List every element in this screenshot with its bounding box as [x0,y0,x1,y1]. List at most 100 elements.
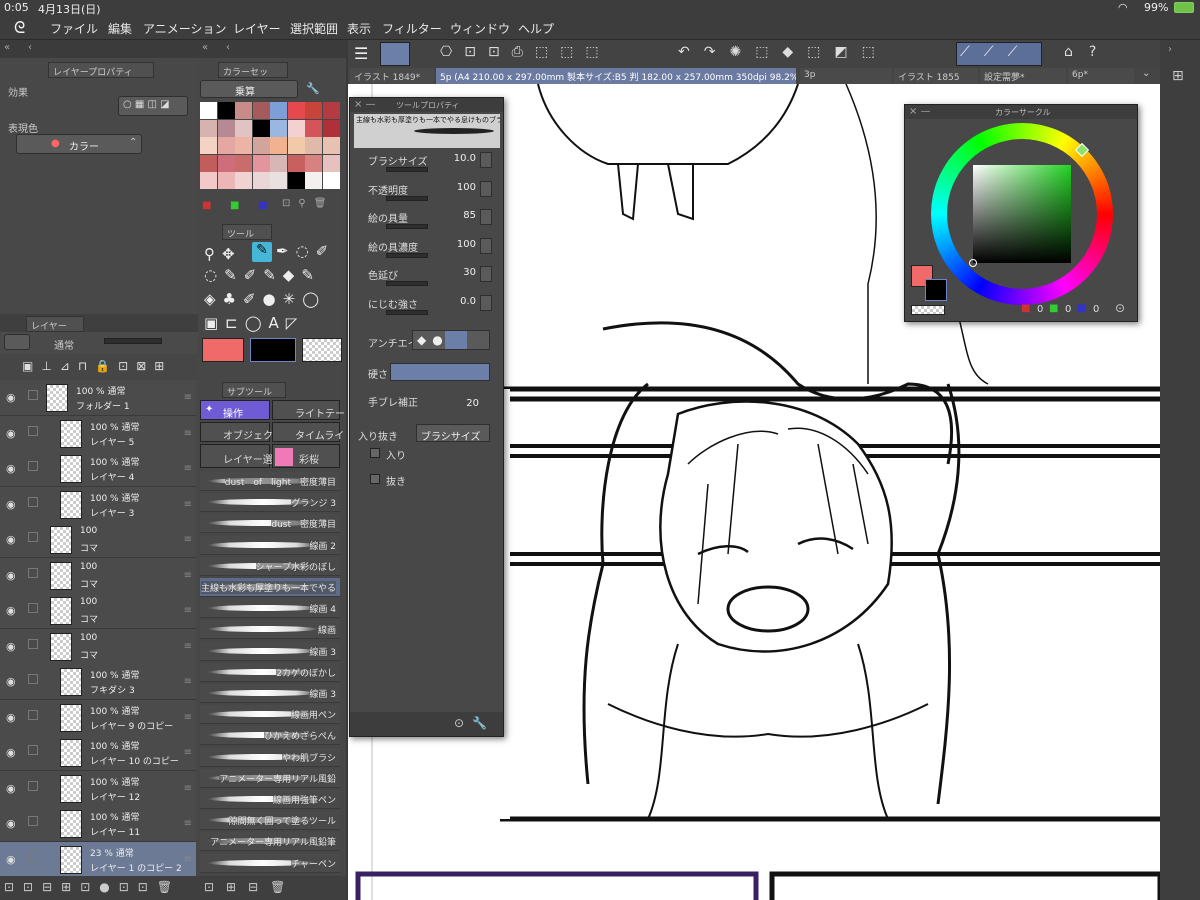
color-swatch[interactable] [287,102,305,119]
color-swatch[interactable] [270,154,287,172]
color-swatch[interactable] [322,102,340,119]
brush-item[interactable]: 線画用ペン [200,705,340,725]
color-swatch[interactable] [217,154,235,172]
hardness-selector[interactable] [390,363,490,381]
menu-edit[interactable]: 編集 [108,20,132,37]
color-swatch[interactable] [287,119,305,137]
subtool-group-layer-select[interactable]: レイヤー選 [200,444,273,468]
brush-item[interactable]: 線画 2 [200,535,340,555]
subtool-group-lighttable[interactable]: ライトテー [272,400,345,420]
color-swatch[interactable] [305,154,322,172]
property-slider[interactable] [386,195,428,201]
doc-tab-5p[interactable]: 5p (A4 210.00 x 297.00mm 製本サイズ:B5 判 182.… [436,68,796,84]
property-dynamics-button[interactable] [480,152,492,168]
color-swatch[interactable] [322,154,340,172]
layer-tool-icons[interactable]: ▣⊥⊿⊓🔒⊡⊠⊞ [22,359,172,373]
tab-layer-property[interactable]: レイヤープロパティ [48,62,154,78]
brush-item[interactable]: ひかえめざらぺん [200,726,340,746]
layer-row[interactable]: ◉ 100 % 通常 フォルダー 1 ≡ [0,380,196,416]
brush-item[interactable]: やわ肌ブラシ [200,747,340,767]
color-swatch[interactable] [217,172,235,190]
color-swatch[interactable] [305,119,322,137]
color-swatch[interactable] [235,102,252,119]
color-swatch[interactable] [322,119,340,137]
tool-icons-row-3[interactable]: ◈♣✐●✳◯ [204,290,326,308]
color-swatch[interactable] [217,119,235,137]
subtool-group-timeline[interactable]: タイムライ [272,422,344,442]
color-swatch[interactable] [252,154,270,172]
color-swatch[interactable] [270,119,287,137]
color-set-mode-select[interactable]: 乗算 [200,80,298,98]
layer-action-icons[interactable]: ⊡⊡⊟⊞⊡●⊡⊡🗑 [4,880,181,894]
menu-animation[interactable]: アニメーション [143,20,227,37]
main-color-chip[interactable] [202,338,244,362]
color-swatch[interactable] [252,137,270,155]
app-logo-icon[interactable]: ᘓ [14,18,25,38]
collapse-middle-icon[interactable]: « [202,42,208,53]
chevron-left-icon[interactable]: ‹ [226,42,230,53]
subtool-group-operation[interactable]: ✦ 操作 [200,400,270,420]
doc-tab-1855[interactable]: イラスト 1855 [894,68,978,84]
brush-item[interactable]: チャーペン [200,853,340,873]
wrench-icon[interactable]: 🔧 [306,82,320,95]
brush-item[interactable]: 2カゲのぼかし [200,662,340,682]
property-value[interactable]: 85 [463,210,476,221]
color-swatch[interactable] [200,154,217,172]
eye-icon[interactable]: ◉ [6,391,16,404]
layer-menu-icon[interactable]: ≡ [184,392,192,403]
color-swatch[interactable] [235,154,252,172]
close-icon[interactable]: × — [909,106,931,117]
doc-tab-1849[interactable]: イラスト 1849* [350,68,434,84]
color-swatch[interactable] [252,119,270,137]
color-swatch[interactable] [305,102,322,119]
layer-opacity-slider[interactable] [104,338,162,344]
property-slider[interactable] [386,167,428,172]
doc-tab-3p[interactable]: 3p [800,68,892,84]
property-value[interactable]: 10.0 [454,153,476,164]
property-slider[interactable] [386,224,428,229]
help-icons[interactable]: ⌂? [1064,44,1112,60]
sub-color-chip[interactable] [250,338,296,362]
color-swatch[interactable] [217,137,235,155]
transform-tool-icon[interactable] [380,42,410,66]
color-swatch[interactable] [200,137,217,155]
menu-file[interactable]: ファイル [50,20,98,37]
layer-lock-checkbox[interactable] [28,425,38,436]
chevron-right-icon[interactable]: › [1168,44,1172,55]
color-swatch[interactable] [235,137,252,155]
property-dynamics-button[interactable] [480,266,492,282]
tab-subtool[interactable]: サブツール [222,382,286,398]
brush-item[interactable]: 線画 3 [200,684,340,703]
color-swatch[interactable] [270,137,287,155]
close-icon[interactable]: × — [354,99,376,110]
effect-buttons[interactable]: ○ ▦ ◫ ◪ [118,96,188,116]
color-swatch[interactable] [200,102,217,119]
color-swatch[interactable] [252,102,270,119]
eye-icon[interactable]: ◉ [6,427,16,440]
property-value[interactable]: 0.0 [460,296,476,307]
property-dynamics-button[interactable] [480,180,492,197]
layer-row[interactable]: ◉ 100 % 通常 レイヤー 5 ≡ [0,415,196,452]
subtool-group-object[interactable]: オブジェク [200,422,273,442]
color-swatch[interactable] [287,154,305,172]
taper-out-checkbox[interactable] [370,474,380,484]
layer-menu-icon[interactable]: ≡ [184,428,192,439]
color-swatch[interactable] [305,137,322,155]
menu-help[interactable]: ヘルプ [518,20,554,37]
doc-tab-settei[interactable]: 設定需夢* [980,68,1066,84]
property-dynamics-button[interactable] [480,237,492,254]
brush-item[interactable]: 線画 3 [200,641,340,661]
property-value[interactable]: 100 [457,239,476,250]
tab-tool[interactable]: ツール [222,224,272,240]
brush-item[interactable]: dust of light 密度薄目 [200,472,340,491]
property-slider[interactable] [386,252,428,258]
brush-item[interactable]: 主線も水彩も厚塗りも一本でやる [200,578,340,597]
tabs-dropdown-icon[interactable]: ⌄ [1142,68,1150,79]
pen-preset-icons[interactable]: ⟋⟋⟋ [960,44,1031,60]
color-swatch[interactable] [200,172,217,190]
tool-icons-row-1b[interactable]: ✒◌✐ [276,242,335,260]
layer-color-btn[interactable] [4,334,30,350]
color-mode-icon[interactable]: ⊙ [1115,301,1125,315]
brush-item[interactable]: シャープ水彩のぼし [200,556,340,576]
color-set-swatches[interactable] [200,102,340,190]
